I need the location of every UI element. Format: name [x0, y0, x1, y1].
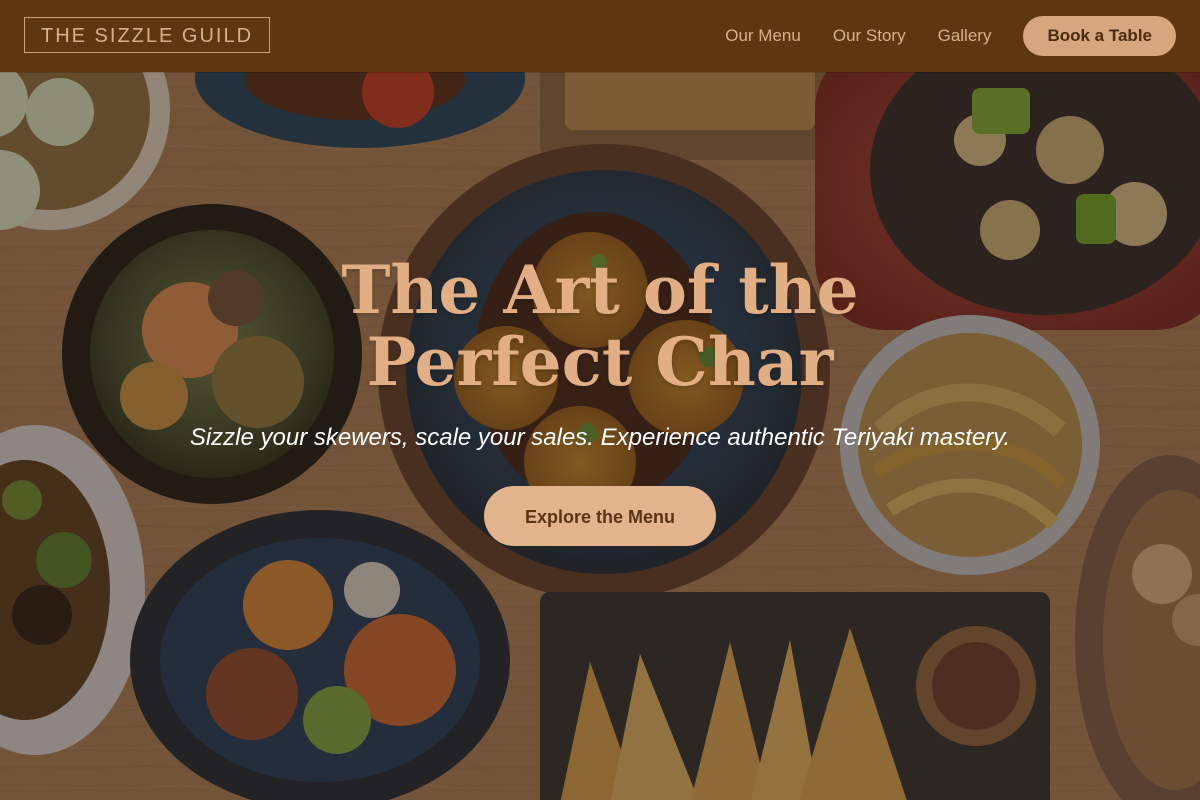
nav-link-gallery[interactable]: Gallery	[938, 26, 992, 46]
main-navigation: Our Menu Our Story Gallery Book a Table	[725, 16, 1176, 56]
hero-section: The Art of the Perfect Char Sizzle your …	[0, 72, 1200, 800]
book-table-button[interactable]: Book a Table	[1023, 16, 1176, 56]
site-logo[interactable]: THE SIZZLE GUILD	[24, 17, 271, 53]
nav-link-our-menu[interactable]: Our Menu	[725, 26, 801, 46]
explore-menu-button[interactable]: Explore the Menu	[484, 486, 716, 546]
nav-link-our-story[interactable]: Our Story	[833, 26, 906, 46]
hero-title: The Art of the Perfect Char	[341, 251, 859, 401]
top-navigation-bar: THE SIZZLE GUILD Our Menu Our Story Gall…	[0, 0, 1200, 72]
page: THE SIZZLE GUILD Our Menu Our Story Gall…	[0, 0, 1200, 800]
hero-subtitle: Sizzle your skewers, scale your sales. E…	[189, 424, 1011, 451]
